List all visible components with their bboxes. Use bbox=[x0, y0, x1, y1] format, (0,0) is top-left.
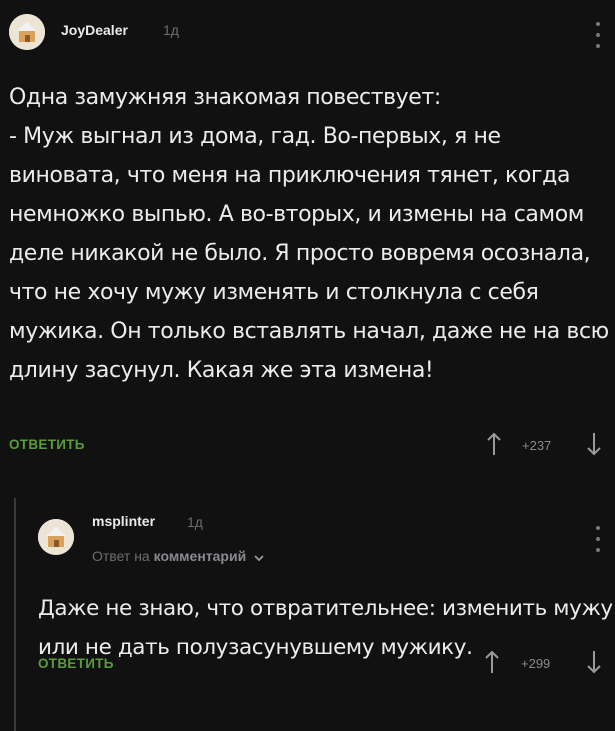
comment-rating: +237 bbox=[522, 438, 552, 453]
arrow-down-icon[interactable] bbox=[587, 432, 601, 460]
arrow-up-icon[interactable] bbox=[487, 432, 501, 460]
kebab-menu-icon[interactable] bbox=[593, 22, 603, 48]
reply-button[interactable]: ОТВЕТИТЬ bbox=[38, 656, 114, 671]
avatar[interactable] bbox=[9, 14, 45, 50]
reply-to[interactable]: Ответ на комментарий bbox=[92, 548, 264, 565]
comment: JoyDealer 1д Одна замужняя знакомая пове… bbox=[0, 0, 615, 480]
default-avatar-icon bbox=[9, 14, 45, 50]
comment-time: 1д bbox=[187, 514, 203, 530]
comment-reply: msplinter 1д Ответ на комментарий Даже н… bbox=[0, 498, 615, 731]
chevron-down-icon[interactable] bbox=[254, 549, 264, 565]
comment-text: Одна замужняя знакомая повествует: - Муж… bbox=[9, 85, 609, 383]
comment-rating: +299 bbox=[521, 656, 551, 671]
comment-author[interactable]: JoyDealer bbox=[61, 22, 128, 38]
comment-time: 1д bbox=[163, 22, 179, 38]
default-avatar-icon bbox=[38, 519, 74, 555]
avatar[interactable] bbox=[38, 519, 74, 555]
reply-button[interactable]: ОТВЕТИТЬ bbox=[9, 437, 85, 452]
kebab-menu-icon[interactable] bbox=[593, 526, 603, 552]
arrow-down-icon[interactable] bbox=[587, 650, 601, 678]
comment-author[interactable]: msplinter bbox=[92, 513, 155, 529]
reply-to-prefix: Ответ на bbox=[92, 548, 150, 564]
reply-to-link[interactable]: комментарий bbox=[154, 548, 247, 564]
arrow-up-icon[interactable] bbox=[485, 650, 499, 678]
